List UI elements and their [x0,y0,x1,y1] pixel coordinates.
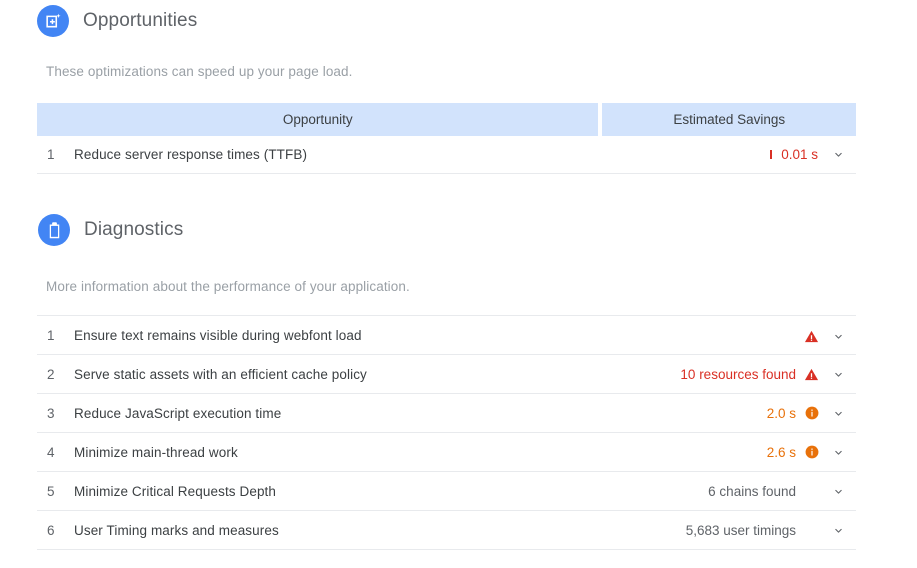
value-group [796,328,847,345]
opportunity-sparkle-icon [37,5,69,37]
diagnostic-value: 6 chains found [708,483,796,499]
row-index: 3 [37,393,74,433]
opportunities-header-row: Opportunity Estimated Savings [37,103,856,136]
opportunities-table: Opportunity Estimated Savings 1 Reduce s… [37,103,856,174]
diagnostic-name[interactable]: Minimize Critical Requests Depth [74,471,563,511]
diagnostics-title: Diagnostics [84,219,184,240]
diagnostic-value-cell: 6 chains found [562,471,856,511]
row-index: 4 [37,432,74,472]
diagnostic-name[interactable]: Minimize main-thread work [74,432,563,472]
value-group: 2.6 s [767,444,847,461]
warning-triangle-icon [804,367,819,382]
column-header-estimated-savings: Estimated Savings [602,103,856,136]
opportunity-name[interactable]: Reduce server response times (TTFB) [74,136,603,174]
row-index: 5 [37,471,74,511]
table-row[interactable]: 5 Minimize Critical Requests Depth 6 cha… [37,471,856,511]
diagnostic-value: 10 resources found [680,366,796,382]
diagnostic-name[interactable]: User Timing marks and measures [74,510,563,550]
table-row[interactable]: 1 Ensure text remains visible during web… [37,315,856,355]
diagnostic-value-cell: 5,683 user timings [562,510,856,550]
status-badge-empty [804,484,819,499]
table-row[interactable]: 1 Reduce server response times (TTFB) 0.… [37,136,856,174]
info-circle-icon [804,445,819,460]
row-index: 1 [37,315,74,355]
chevron-down-icon[interactable] [830,444,847,461]
row-index: 6 [37,510,74,550]
diagnostics-header: Diagnostics [38,214,877,246]
chevron-down-icon[interactable] [830,522,847,539]
value-group: 10 resources found [680,366,847,383]
diagnostic-value-cell: 2.0 s [562,393,856,433]
value-group: 5,683 user timings [686,522,847,539]
savings-bar-icon [770,150,773,159]
opportunities-description: These optimizations can speed up your pa… [46,64,353,79]
lighthouse-report-page: Opportunities These optimizations can sp… [0,0,917,568]
diagnostic-value: 2.0 s [766,405,796,421]
diagnostic-name[interactable]: Serve static assets with an efficient ca… [74,354,563,394]
column-header-opportunity: Opportunity [37,103,603,136]
diagnostics-section: Diagnostics More information about the p… [37,214,877,550]
chevron-down-icon[interactable] [830,405,847,422]
clipboard-icon [38,214,70,246]
table-row[interactable]: 2 Serve static assets with an efficient … [37,354,856,394]
value-group: 6 chains found [708,483,847,500]
diagnostics-table-body: 1 Ensure text remains visible during web… [37,315,856,550]
value-group: 2.0 s [767,405,847,422]
chevron-down-icon[interactable] [830,366,847,383]
savings-value: 0.01 s [781,147,818,162]
opportunities-table-body: 1 Reduce server response times (TTFB) 0.… [37,136,856,174]
diagnostic-value-cell: 2.6 s [562,432,856,472]
table-row[interactable]: 6 User Timing marks and measures 5,683 u… [37,510,856,550]
diagnostic-value-cell [562,315,856,355]
diagnostic-value-cell: 10 resources found [562,354,856,394]
opportunities-title: Opportunities [83,10,198,31]
row-index: 2 [37,354,74,394]
warning-triangle-icon [804,329,819,344]
diagnostic-value: 5,683 user timings [685,522,796,538]
estimated-savings-cell: 0.01 s [602,136,856,174]
chevron-down-icon[interactable] [830,146,847,163]
diagnostic-value: 2.6 s [766,444,796,460]
diagnostics-description: More information about the performance o… [46,279,410,294]
chevron-down-icon[interactable] [830,483,847,500]
row-index: 1 [37,136,74,174]
diagnostic-name[interactable]: Reduce JavaScript execution time [74,393,563,433]
table-row[interactable]: 4 Minimize main-thread work 2.6 s [37,432,856,472]
info-circle-icon [804,406,819,421]
opportunities-header: Opportunities [37,5,877,37]
opportunities-section: Opportunities These optimizations can sp… [37,5,877,174]
table-row[interactable]: 3 Reduce JavaScript execution time 2.0 s [37,393,856,433]
opportunities-table-head: Opportunity Estimated Savings [37,103,856,136]
diagnostics-table: 1 Ensure text remains visible during web… [37,315,856,550]
chevron-down-icon[interactable] [830,328,847,345]
status-badge-empty [804,523,819,538]
diagnostic-name[interactable]: Ensure text remains visible during webfo… [74,315,563,355]
savings-group: 0.01 s [770,146,847,163]
